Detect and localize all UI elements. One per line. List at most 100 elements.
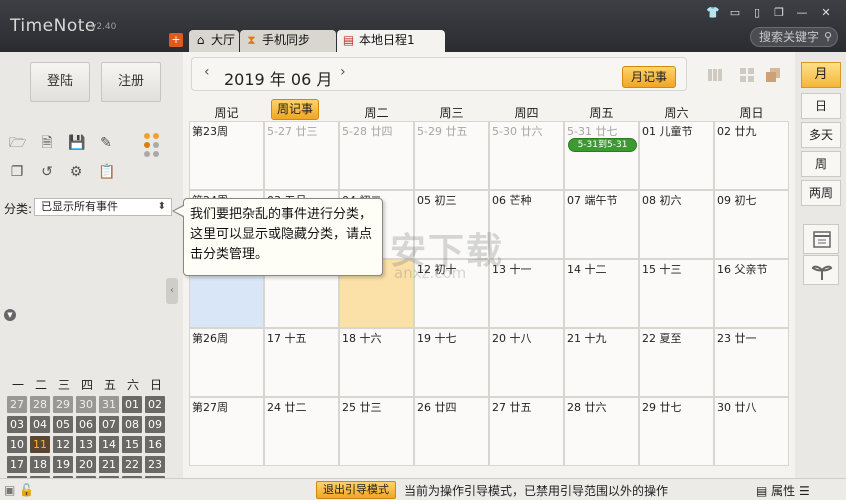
day-cell[interactable]: 13 十一 bbox=[489, 259, 564, 328]
day-cell[interactable]: 5-31 廿七 5-31到5-31 bbox=[564, 121, 639, 190]
column-view-icon[interactable] bbox=[707, 67, 723, 83]
mini-calendar-day[interactable]: 14 bbox=[99, 436, 119, 453]
properties-button[interactable]: ▤ 属性 ☰ bbox=[756, 482, 810, 499]
grid-view-icon[interactable] bbox=[739, 67, 755, 83]
battery-icon[interactable]: ▯ bbox=[749, 6, 765, 19]
day-cell[interactable]: 21 十九 bbox=[564, 328, 639, 397]
category-select[interactable]: 已显示所有事件 ⬍ bbox=[34, 198, 172, 216]
skin-icon[interactable]: 👕 bbox=[705, 6, 721, 19]
edit-icon[interactable]: ✎ bbox=[98, 135, 114, 151]
event-pill[interactable]: 5-31到5-31 bbox=[568, 138, 637, 152]
day-cell[interactable]: 5-29 廿五 bbox=[414, 121, 489, 190]
save-icon[interactable]: 💾 bbox=[68, 135, 85, 151]
mini-calendar-day[interactable]: 29 bbox=[53, 396, 73, 413]
mini-calendar-day[interactable]: 20 bbox=[76, 456, 96, 473]
day-cell[interactable]: 06 芒种 bbox=[489, 190, 564, 259]
mini-calendar-day[interactable]: 27 bbox=[7, 396, 27, 413]
day-cell[interactable]: 14 十二 bbox=[564, 259, 639, 328]
prev-month-button[interactable]: ‹ bbox=[204, 64, 210, 80]
day-cell[interactable]: 28 廿六 bbox=[564, 397, 639, 466]
mini-calendar-day[interactable]: 13 bbox=[76, 436, 96, 453]
mini-calendar-day[interactable]: 04 bbox=[30, 416, 50, 433]
day-cell[interactable]: 15 十三 bbox=[639, 259, 714, 328]
day-cell[interactable]: 5-27 廿三 bbox=[264, 121, 339, 190]
week-number-cell[interactable]: 第27周 bbox=[189, 397, 264, 466]
day-cell[interactable]: 23 廿一 bbox=[714, 328, 789, 397]
day-cell[interactable]: 20 十八 bbox=[489, 328, 564, 397]
day-cell[interactable]: 18 十六 bbox=[339, 328, 414, 397]
mini-calendar-day[interactable]: 10 bbox=[7, 436, 27, 453]
gear-icon[interactable]: ⚙ bbox=[68, 164, 84, 180]
tab-local-schedule[interactable]: ▤ 本地日程1 bbox=[337, 30, 445, 52]
clipboard-icon[interactable]: 📋 bbox=[98, 164, 115, 180]
day-cell[interactable]: 29 廿七 bbox=[639, 397, 714, 466]
day-cell[interactable]: 09 初七 bbox=[714, 190, 789, 259]
mini-calendar-day[interactable]: 28 bbox=[30, 396, 50, 413]
mini-calendar-day[interactable]: 05 bbox=[53, 416, 73, 433]
mini-calendar-day[interactable]: 19 bbox=[53, 456, 73, 473]
week-number-cell[interactable]: 第23周 bbox=[189, 121, 264, 190]
mini-calendar-day[interactable]: 12 bbox=[53, 436, 73, 453]
view-week-button[interactable]: 周 bbox=[801, 151, 841, 177]
mini-calendar-day[interactable]: 07 bbox=[99, 416, 119, 433]
mini-calendar-day[interactable]: 30 bbox=[76, 396, 96, 413]
mini-mode-icon[interactable]: ▭ bbox=[727, 6, 743, 19]
search-input[interactable]: 搜索关键字 ⚲ bbox=[750, 27, 838, 47]
copy-icon[interactable]: ❐ bbox=[9, 164, 25, 180]
close-button[interactable]: ✕ bbox=[818, 6, 834, 19]
day-cell[interactable]: 08 初六 bbox=[639, 190, 714, 259]
exit-guide-button[interactable]: 退出引导模式 bbox=[316, 481, 396, 499]
mini-calendar-toggle-icon[interactable]: ▼ bbox=[4, 309, 16, 321]
mini-calendar-day[interactable]: 09 bbox=[145, 416, 165, 433]
view-month-button[interactable]: 月 bbox=[801, 62, 841, 88]
mini-calendar-day[interactable]: 01 bbox=[122, 396, 142, 413]
mini-calendar-day[interactable]: 17 bbox=[7, 456, 27, 473]
day-cell[interactable]: 16 父亲节 bbox=[714, 259, 789, 328]
tab-phone-sync[interactable]: ⧗ 手机同步 bbox=[240, 30, 336, 52]
next-month-button[interactable]: › bbox=[340, 64, 346, 80]
day-cell[interactable]: 02 廿九 bbox=[714, 121, 789, 190]
week-memo-tag[interactable]: 周记事 bbox=[271, 99, 319, 120]
new-file-icon[interactable]: 🗎 bbox=[39, 135, 55, 151]
mini-calendar-day[interactable]: 06 bbox=[76, 416, 96, 433]
day-cell[interactable]: 17 十五 bbox=[264, 328, 339, 397]
day-cell[interactable]: 05 初三 bbox=[414, 190, 489, 259]
view-day-button[interactable]: 日 bbox=[801, 93, 841, 119]
mini-calendar-day[interactable]: 11 bbox=[30, 436, 50, 453]
mini-calendar-day[interactable]: 03 bbox=[7, 416, 27, 433]
day-cell[interactable]: 5-30 廿六 bbox=[489, 121, 564, 190]
mini-calendar-day[interactable]: 16 bbox=[145, 436, 165, 453]
undo-icon[interactable]: ↺ bbox=[39, 164, 55, 180]
view-twoweek-button[interactable]: 两周 bbox=[801, 180, 841, 206]
minimize-button[interactable]: — bbox=[794, 6, 810, 19]
search-icon[interactable]: ⚲ bbox=[824, 28, 832, 46]
sprout-icon[interactable] bbox=[803, 255, 839, 285]
stack-view-icon[interactable] bbox=[765, 67, 781, 83]
folder-icon[interactable]: 🗁 bbox=[9, 135, 26, 151]
tab-lobby[interactable]: ⌂ 大厅 bbox=[189, 30, 239, 52]
week-number-cell[interactable]: 第26周 bbox=[189, 328, 264, 397]
mini-calendar-day[interactable]: 08 bbox=[122, 416, 142, 433]
day-cell[interactable]: 27 廿五 bbox=[489, 397, 564, 466]
day-cell[interactable]: 5-28 廿四 bbox=[339, 121, 414, 190]
collapse-panel-handle[interactable]: ‹ bbox=[166, 278, 178, 304]
lock-icon[interactable]: ▣ 🔓 bbox=[4, 483, 34, 497]
mini-calendar-day[interactable]: 23 bbox=[145, 456, 165, 473]
mini-calendar-day[interactable]: 18 bbox=[30, 456, 50, 473]
day-cell[interactable]: 01 儿童节 bbox=[639, 121, 714, 190]
category-dots-icon[interactable] bbox=[144, 133, 162, 157]
day-cell[interactable]: 26 廿四 bbox=[414, 397, 489, 466]
view-multiday-button[interactable]: 多天 bbox=[801, 122, 841, 148]
day-cell[interactable]: 12 初十 bbox=[414, 259, 489, 328]
login-button[interactable]: 登陆 bbox=[30, 62, 90, 102]
day-cell[interactable]: 24 廿二 bbox=[264, 397, 339, 466]
mini-calendar-day[interactable]: 21 bbox=[99, 456, 119, 473]
day-cell[interactable]: 30 廿八 bbox=[714, 397, 789, 466]
calendar-icon[interactable] bbox=[803, 224, 839, 254]
month-memo-button[interactable]: 月记事 bbox=[622, 66, 676, 88]
register-button[interactable]: 注册 bbox=[101, 62, 161, 102]
day-cell[interactable]: 19 十七 bbox=[414, 328, 489, 397]
day-cell[interactable]: 25 廿三 bbox=[339, 397, 414, 466]
restore-icon[interactable]: ❐ bbox=[771, 6, 787, 19]
mini-calendar-day[interactable]: 31 bbox=[99, 396, 119, 413]
